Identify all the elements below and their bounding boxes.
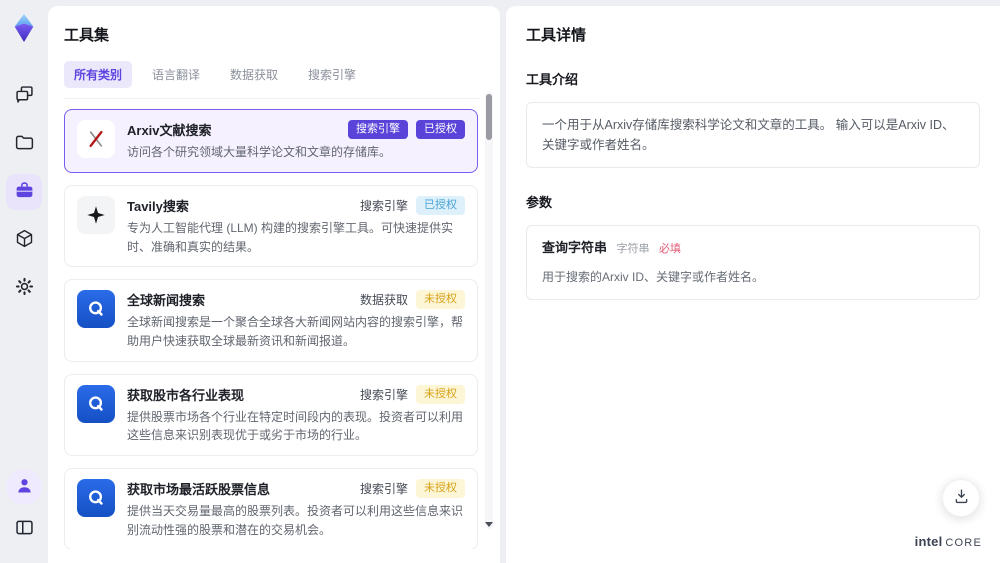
- tool-name: 获取股市各行业表现: [127, 387, 245, 403]
- tool-card[interactable]: Tavily搜索 搜索引擎 已授权专为人工智能代理 (LLM) 构建的搜索引擎工具。…: [64, 184, 478, 268]
- tool-card[interactable]: Arxiv文献搜索 搜索引擎 已授权访问各个研究领域大量科学论文和文章的存储库。: [64, 109, 478, 173]
- auth-status-badge: 已授权: [416, 195, 465, 215]
- tool-description: 访问各个研究领域大量科学论文和文章的存储库。: [127, 145, 392, 160]
- tool-name: Tavily搜索: [127, 198, 189, 214]
- arxiv-icon: [77, 120, 115, 158]
- folder-icon: [14, 132, 35, 156]
- sidebar-item-chat[interactable]: [6, 78, 42, 114]
- sidebar-item-folder[interactable]: [6, 126, 42, 162]
- sidebar: [0, 0, 48, 563]
- download-icon: [952, 487, 971, 509]
- page-title: 工具集: [64, 27, 110, 44]
- intro-heading: 工具介绍: [526, 72, 579, 87]
- cube-icon: [14, 228, 35, 252]
- detail-title: 工具详情: [526, 27, 587, 44]
- sidebar-item-toolbox[interactable]: [6, 174, 42, 210]
- scrollbar-down-arrow[interactable]: [485, 522, 493, 527]
- tool-name: 全球新闻搜索: [127, 293, 206, 309]
- tab-数据获取[interactable]: 数据获取: [220, 61, 288, 88]
- tool-category: 数据获取: [359, 293, 408, 308]
- quark-icon: [77, 384, 115, 423]
- sidebar-item-cube[interactable]: [6, 222, 42, 258]
- tool-category: 搜索引擎: [359, 198, 408, 213]
- params-heading: 参数: [526, 195, 553, 210]
- quark-icon: [77, 478, 115, 517]
- tool-list: Arxiv文献搜索 搜索引擎 已授权 访问各个研究领域大量科学论文和文章的存储库。 Ta…: [64, 109, 480, 549]
- tool-name: 获取市场最活跃股票信息: [127, 482, 271, 497]
- tool-card[interactable]: 获取市场最活跃股票信息 搜索引擎 未授权提供当天交易量最高的股票列表。投资者可以利用…: [64, 467, 478, 549]
- quark-icon: [77, 290, 115, 329]
- auth-status-badge: 未授权: [416, 290, 465, 310]
- param-box: 查询字符串 字符串 必填 用于搜索的Arxiv ID、关键字或作者姓名。: [526, 225, 980, 300]
- tool-description: 提供当天交易量最高的股票列表。投资者可以利用这些信息来识别流动性强的股票和潜在的…: [127, 504, 464, 537]
- tool-category: 搜索引擎: [359, 482, 408, 496]
- auth-status-badge: 未授权: [416, 478, 465, 499]
- sidebar-item-user[interactable]: [6, 469, 42, 505]
- tool-description: 提供股票市场各个行业在特定时间段内的表现。投资者可以利用这些信息来识别表现优于或…: [127, 409, 464, 443]
- chat-icon: [14, 84, 35, 108]
- tool-category-badge: 搜索引擎: [348, 120, 408, 140]
- tab-语言翻译[interactable]: 语言翻译: [142, 61, 210, 88]
- tab-搜索引擎[interactable]: 搜索引擎: [298, 61, 366, 88]
- sidebar-item-panel-toggle[interactable]: [6, 511, 42, 547]
- tavily-icon: [77, 195, 115, 234]
- user-icon: [14, 475, 35, 499]
- param-header: 查询字符串 字符串 必填: [542, 238, 964, 259]
- app-window: 工具集 所有类别 语言翻译 数据获取 搜索引擎 Arxiv文献搜索 搜索引擎 已授权 访问各…: [0, 0, 1000, 563]
- detail-panel: 工具详情 工具介绍 一个用于从Arxiv存储库搜索科学论文和文章的工具。 输入可…: [506, 6, 1000, 563]
- tools-panel: 工具集 所有类别 语言翻译 数据获取 搜索引擎 Arxiv文献搜索 搜索引擎 已授权 访问各…: [48, 6, 500, 563]
- panel-toggle-icon: [14, 517, 35, 541]
- app-logo-icon: [8, 12, 40, 44]
- auth-status-badge: 已授权: [416, 120, 465, 140]
- scrollbar-thumb[interactable]: [486, 94, 492, 140]
- tool-category: 搜索引擎: [359, 387, 408, 402]
- param-name: 查询字符串: [542, 240, 608, 255]
- download-button[interactable]: [942, 479, 980, 517]
- toolbox-icon: [14, 180, 35, 204]
- param-required-badge: 必填: [658, 243, 681, 255]
- sidebar-item-settings[interactable]: [6, 270, 42, 306]
- auth-status-badge: 未授权: [416, 384, 465, 404]
- scrollbar[interactable]: [485, 92, 493, 529]
- intel-core-logo: intel core: [914, 534, 982, 549]
- param-description: 用于搜索的Arxiv ID、关键字或作者姓名。: [542, 269, 765, 284]
- param-type: 字符串: [616, 243, 650, 255]
- tool-card[interactable]: 获取股市各行业表现 搜索引擎 未授权提供股票市场各个行业在特定时间段内的表现。投资者…: [64, 373, 478, 456]
- tool-card[interactable]: 全球新闻搜索 数据获取 未授权全球新闻搜索是一个聚合全球各大新闻网站内容的搜索引擎，…: [64, 279, 478, 362]
- tool-name: Arxiv文献搜索: [127, 123, 212, 139]
- category-tabs: 所有类别 语言翻译 数据获取 搜索引擎: [64, 61, 480, 99]
- tool-description: 专为人工智能代理 (LLM) 构建的搜索引擎工具。可快速提供实时、准确和真实的结…: [127, 220, 454, 254]
- tool-description: 全球新闻搜索是一个聚合全球各大新闻网站内容的搜索引擎，帮助用户快速获取全球最新资…: [127, 315, 464, 348]
- intro-text-box: 一个用于从Arxiv存储库搜索科学论文和文章的工具。 输入可以是Arxiv ID…: [526, 102, 980, 168]
- settings-icon: [14, 276, 35, 300]
- tab-所有类别[interactable]: 所有类别: [64, 61, 133, 88]
